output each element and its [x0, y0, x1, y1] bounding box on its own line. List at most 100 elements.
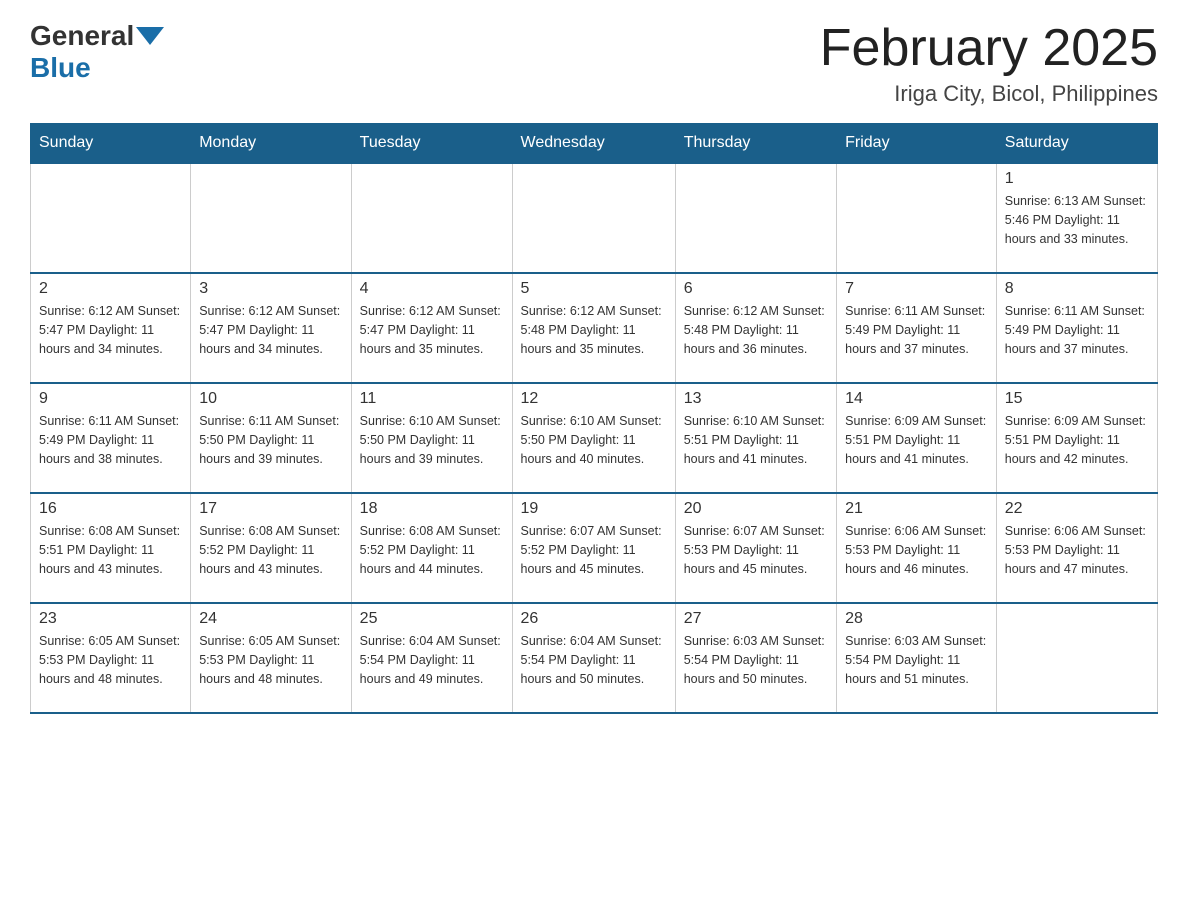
day-info: Sunrise: 6:13 AM Sunset: 5:46 PM Dayligh… [1005, 192, 1149, 248]
calendar-cell: 8 Sunrise: 6:11 AM Sunset: 5:49 PM Daylig… [996, 273, 1157, 383]
day-number: 18 [360, 500, 504, 518]
day-number: 3 [199, 280, 342, 298]
day-number: 15 [1005, 390, 1149, 408]
day-number: 1 [1005, 170, 1149, 188]
day-number: 19 [521, 500, 667, 518]
day-info: Sunrise: 6:12 AM Sunset: 5:47 PM Dayligh… [360, 302, 504, 358]
day-info: Sunrise: 6:12 AM Sunset: 5:48 PM Dayligh… [521, 302, 667, 358]
calendar-header-wednesday: Wednesday [512, 124, 675, 164]
calendar-cell: 17 Sunrise: 6:08 AM Sunset: 5:52 PM Dayli… [191, 493, 351, 603]
day-info: Sunrise: 6:06 AM Sunset: 5:53 PM Dayligh… [845, 522, 988, 578]
calendar-header-thursday: Thursday [675, 124, 836, 164]
calendar-cell: 15 Sunrise: 6:09 AM Sunset: 5:51 PM Dayli… [996, 383, 1157, 493]
day-number: 4 [360, 280, 504, 298]
calendar-cell: 26 Sunrise: 6:04 AM Sunset: 5:54 PM Dayli… [512, 603, 675, 713]
day-number: 11 [360, 390, 504, 408]
day-info: Sunrise: 6:11 AM Sunset: 5:50 PM Dayligh… [199, 412, 342, 468]
calendar-cell [837, 163, 997, 273]
calendar-cell: 18 Sunrise: 6:08 AM Sunset: 5:52 PM Dayli… [351, 493, 512, 603]
day-info: Sunrise: 6:12 AM Sunset: 5:47 PM Dayligh… [199, 302, 342, 358]
day-number: 26 [521, 610, 667, 628]
calendar-cell: 5 Sunrise: 6:12 AM Sunset: 5:48 PM Daylig… [512, 273, 675, 383]
calendar-cell: 23 Sunrise: 6:05 AM Sunset: 5:53 PM Dayli… [31, 603, 191, 713]
calendar-cell: 28 Sunrise: 6:03 AM Sunset: 5:54 PM Dayli… [837, 603, 997, 713]
calendar-cell: 12 Sunrise: 6:10 AM Sunset: 5:50 PM Dayli… [512, 383, 675, 493]
calendar-cell [996, 603, 1157, 713]
day-number: 14 [845, 390, 988, 408]
calendar-header-tuesday: Tuesday [351, 124, 512, 164]
day-info: Sunrise: 6:07 AM Sunset: 5:52 PM Dayligh… [521, 522, 667, 578]
day-number: 5 [521, 280, 667, 298]
calendar-header-friday: Friday [837, 124, 997, 164]
day-number: 9 [39, 390, 182, 408]
calendar-cell: 2 Sunrise: 6:12 AM Sunset: 5:47 PM Daylig… [31, 273, 191, 383]
day-info: Sunrise: 6:03 AM Sunset: 5:54 PM Dayligh… [845, 632, 988, 688]
calendar-cell: 21Sunrise: 6:06 AM Sunset: 5:53 PM Dayli… [837, 493, 997, 603]
calendar-header-row: SundayMondayTuesdayWednesdayThursdayFrid… [31, 124, 1158, 164]
day-info: Sunrise: 6:11 AM Sunset: 5:49 PM Dayligh… [1005, 302, 1149, 358]
calendar-cell: 16Sunrise: 6:08 AM Sunset: 5:51 PM Dayli… [31, 493, 191, 603]
calendar-cell [191, 163, 351, 273]
calendar-cell: 13 Sunrise: 6:10 AM Sunset: 5:51 PM Dayli… [675, 383, 836, 493]
calendar-header-monday: Monday [191, 124, 351, 164]
calendar-cell: 24Sunrise: 6:05 AM Sunset: 5:53 PM Dayli… [191, 603, 351, 713]
calendar-cell: 6 Sunrise: 6:12 AM Sunset: 5:48 PM Daylig… [675, 273, 836, 383]
day-info: Sunrise: 6:08 AM Sunset: 5:52 PM Dayligh… [360, 522, 504, 578]
logo-arrow-icon [136, 27, 164, 45]
calendar-cell [675, 163, 836, 273]
title-section: February 2025 Iriga City, Bicol, Philipp… [820, 20, 1158, 107]
logo-blue-text: Blue [30, 52, 91, 84]
day-number: 6 [684, 280, 828, 298]
day-info: Sunrise: 6:11 AM Sunset: 5:49 PM Dayligh… [39, 412, 182, 468]
day-number: 2 [39, 280, 182, 298]
day-info: Sunrise: 6:10 AM Sunset: 5:51 PM Dayligh… [684, 412, 828, 468]
calendar-cell: 19 Sunrise: 6:07 AM Sunset: 5:52 PM Dayli… [512, 493, 675, 603]
calendar-cell [31, 163, 191, 273]
day-info: Sunrise: 6:06 AM Sunset: 5:53 PM Dayligh… [1005, 522, 1149, 578]
calendar-cell: 9 Sunrise: 6:11 AM Sunset: 5:49 PM Daylig… [31, 383, 191, 493]
day-info: Sunrise: 6:03 AM Sunset: 5:54 PM Dayligh… [684, 632, 828, 688]
day-info: Sunrise: 6:12 AM Sunset: 5:47 PM Dayligh… [39, 302, 182, 358]
day-info: Sunrise: 6:04 AM Sunset: 5:54 PM Dayligh… [360, 632, 504, 688]
calendar-cell: 7Sunrise: 6:11 AM Sunset: 5:49 PM Daylig… [837, 273, 997, 383]
day-number: 13 [684, 390, 828, 408]
day-info: Sunrise: 6:12 AM Sunset: 5:48 PM Dayligh… [684, 302, 828, 358]
day-number: 12 [521, 390, 667, 408]
calendar-table: SundayMondayTuesdayWednesdayThursdayFrid… [30, 123, 1158, 714]
calendar-week-row-5: 23 Sunrise: 6:05 AM Sunset: 5:53 PM Dayli… [31, 603, 1158, 713]
day-number: 27 [684, 610, 828, 628]
day-info: Sunrise: 6:09 AM Sunset: 5:51 PM Dayligh… [1005, 412, 1149, 468]
month-title: February 2025 [820, 20, 1158, 77]
day-info: Sunrise: 6:05 AM Sunset: 5:53 PM Dayligh… [39, 632, 182, 688]
calendar-cell: 25Sunrise: 6:04 AM Sunset: 5:54 PM Dayli… [351, 603, 512, 713]
calendar-week-row-2: 2 Sunrise: 6:12 AM Sunset: 5:47 PM Daylig… [31, 273, 1158, 383]
logo-general-text: General [30, 20, 134, 52]
day-number: 17 [199, 500, 342, 518]
calendar-cell: 3 Sunrise: 6:12 AM Sunset: 5:47 PM Daylig… [191, 273, 351, 383]
calendar-cell: 27 Sunrise: 6:03 AM Sunset: 5:54 PM Dayli… [675, 603, 836, 713]
day-number: 23 [39, 610, 182, 628]
day-number: 10 [199, 390, 342, 408]
calendar-cell: 10 Sunrise: 6:11 AM Sunset: 5:50 PM Dayli… [191, 383, 351, 493]
day-number: 8 [1005, 280, 1149, 298]
logo: General Blue [30, 20, 166, 84]
calendar-cell: 22 Sunrise: 6:06 AM Sunset: 5:53 PM Dayli… [996, 493, 1157, 603]
day-number: 16 [39, 500, 182, 518]
calendar-cell: 1 Sunrise: 6:13 AM Sunset: 5:46 PM Daylig… [996, 163, 1157, 273]
day-info: Sunrise: 6:07 AM Sunset: 5:53 PM Dayligh… [684, 522, 828, 578]
day-info: Sunrise: 6:04 AM Sunset: 5:54 PM Dayligh… [521, 632, 667, 688]
calendar-cell [351, 163, 512, 273]
calendar-week-row-3: 9 Sunrise: 6:11 AM Sunset: 5:49 PM Daylig… [31, 383, 1158, 493]
day-info: Sunrise: 6:10 AM Sunset: 5:50 PM Dayligh… [521, 412, 667, 468]
day-number: 28 [845, 610, 988, 628]
day-number: 22 [1005, 500, 1149, 518]
calendar-cell: 11Sunrise: 6:10 AM Sunset: 5:50 PM Dayli… [351, 383, 512, 493]
day-number: 24 [199, 610, 342, 628]
calendar-week-row-1: 1 Sunrise: 6:13 AM Sunset: 5:46 PM Daylig… [31, 163, 1158, 273]
calendar-cell: 4 Sunrise: 6:12 AM Sunset: 5:47 PM Daylig… [351, 273, 512, 383]
calendar-header-sunday: Sunday [31, 124, 191, 164]
day-info: Sunrise: 6:08 AM Sunset: 5:52 PM Dayligh… [199, 522, 342, 578]
calendar-cell: 20Sunrise: 6:07 AM Sunset: 5:53 PM Dayli… [675, 493, 836, 603]
location-title: Iriga City, Bicol, Philippines [820, 81, 1158, 107]
calendar-week-row-4: 16Sunrise: 6:08 AM Sunset: 5:51 PM Dayli… [31, 493, 1158, 603]
